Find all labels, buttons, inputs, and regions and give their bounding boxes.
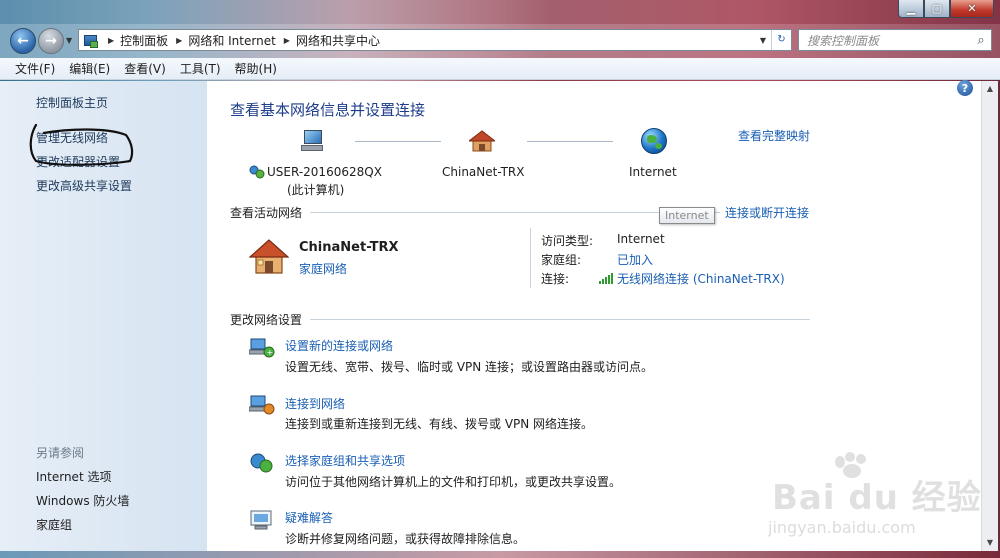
homegroup-link[interactable]: 已加入 bbox=[617, 251, 653, 268]
close-button[interactable]: ✕ bbox=[950, 0, 994, 18]
troubleshoot-icon bbox=[250, 510, 272, 530]
computer-icon bbox=[300, 130, 324, 152]
maximize-icon: ▢ bbox=[931, 2, 943, 15]
homegroup-key: 家庭组: bbox=[541, 253, 582, 267]
chevron-down-icon: ▼ bbox=[66, 36, 73, 45]
house-icon bbox=[469, 130, 495, 152]
see-also-title: 另请参阅 bbox=[36, 446, 85, 460]
window-titlebar: ▁ ▢ ✕ bbox=[0, 0, 1000, 24]
network-node-label: ChinaNet-TRX bbox=[442, 165, 525, 179]
network-computer-icon bbox=[249, 165, 265, 179]
window-bottom-edge bbox=[0, 551, 1000, 558]
breadcrumb-chevron-icon[interactable]: ▶ bbox=[176, 36, 182, 45]
change-settings-label: 更改网络设置 bbox=[230, 313, 303, 327]
sidebar-change-advanced-sharing[interactable]: 更改高级共享设置 bbox=[36, 177, 132, 194]
connect-disconnect-link[interactable]: 连接或断开连接 bbox=[725, 204, 809, 221]
hand-drawn-circle-annotation bbox=[29, 123, 134, 166]
new-connection-icon: + bbox=[249, 338, 275, 358]
search-box[interactable]: 搜索控制面板 ⌕ bbox=[798, 29, 992, 51]
forward-button[interactable]: → bbox=[38, 28, 64, 54]
active-network-name: ChinaNet-TRX bbox=[299, 240, 399, 255]
search-input[interactable]: 搜索控制面板 bbox=[799, 32, 971, 49]
maximize-button[interactable]: ▢ bbox=[924, 0, 950, 18]
baidu-watermark: Bai du 经验 jingyan.baidu.com bbox=[762, 452, 992, 552]
watermark-url: jingyan.baidu.com bbox=[768, 518, 916, 537]
address-actions: ▼ ↻ bbox=[755, 30, 791, 50]
minimize-button[interactable]: ▁ bbox=[898, 0, 924, 18]
task-homegroup-sharing-link[interactable]: 选择家庭组和共享选项 bbox=[285, 452, 405, 469]
address-bar[interactable]: ▶ 控制面板 ▶ 网络和 Internet ▶ 网络和共享中心 ▼ ↻ bbox=[78, 29, 792, 51]
scroll-up-button[interactable]: ▲ bbox=[982, 81, 998, 97]
internet-node-label: Internet bbox=[629, 165, 677, 179]
close-icon: ✕ bbox=[967, 2, 977, 15]
task-connect-to-network-link[interactable]: 连接到网络 bbox=[285, 395, 345, 412]
task-setup-new-connection-desc: 设置无线、宽带、拨号、临时或 VPN 连接；或设置路由器或访问点。 bbox=[285, 360, 654, 374]
task-troubleshoot-link[interactable]: 疑难解答 bbox=[285, 509, 333, 526]
sidebar-windows-firewall[interactable]: Windows 防火墙 bbox=[36, 492, 129, 509]
page-title: 查看基本网络信息并设置连接 bbox=[230, 101, 426, 119]
menu-file[interactable]: 文件(F) bbox=[8, 60, 62, 77]
breadcrumb-chevron-icon[interactable]: ▶ bbox=[284, 36, 290, 45]
menu-help[interactable]: 帮助(H) bbox=[228, 60, 284, 77]
menu-edit[interactable]: 编辑(E) bbox=[62, 60, 117, 77]
connection-row: 无线网络连接 (ChinaNet-TRX) bbox=[599, 270, 785, 287]
sidebar-control-panel-home[interactable]: 控制面板主页 bbox=[36, 94, 108, 111]
task-homegroup-sharing-desc: 访问位于其他网络计算机上的文件和打印机，或更改共享设置。 bbox=[285, 475, 622, 489]
map-connector-line bbox=[355, 141, 441, 142]
active-networks-label: 查看活动网络 bbox=[230, 206, 303, 220]
home-network-icon bbox=[249, 239, 289, 274]
sidebar-internet-options[interactable]: Internet 选项 bbox=[36, 468, 111, 485]
connect-to-network-icon bbox=[249, 395, 275, 415]
watermark-text: Bai du 经验 bbox=[772, 478, 982, 518]
access-type-value: Internet bbox=[617, 232, 665, 246]
menu-bar: 文件(F) 编辑(E) 查看(V) 工具(T) 帮助(H) bbox=[0, 58, 1000, 80]
active-network-divider bbox=[530, 228, 531, 288]
task-connect-to-network-desc: 连接到或重新连接到无线、有线、拨号或 VPN 网络连接。 bbox=[285, 417, 594, 431]
task-setup-new-connection-link[interactable]: 设置新的连接或网络 bbox=[285, 337, 393, 354]
address-history-dropdown[interactable]: ▼ bbox=[755, 36, 771, 45]
minimize-icon: ▁ bbox=[906, 2, 916, 15]
internet-tooltip: Internet bbox=[659, 207, 715, 224]
connection-key: 连接: bbox=[541, 272, 570, 286]
breadcrumb-control-panel[interactable]: 控制面板 bbox=[120, 32, 168, 49]
network-type-link[interactable]: 家庭网络 bbox=[299, 260, 347, 277]
help-icon[interactable]: ? bbox=[957, 80, 973, 96]
arrow-right-icon: → bbox=[45, 33, 57, 49]
task-troubleshoot-desc: 诊断并修复网络问题，或获得故障排除信息。 bbox=[285, 532, 526, 546]
sidebar-homegroup[interactable]: 家庭组 bbox=[36, 516, 72, 533]
svg-text:+: + bbox=[267, 348, 274, 357]
recent-pages-dropdown[interactable]: ▼ bbox=[66, 36, 72, 45]
homegroup-sharing-icon bbox=[250, 453, 273, 473]
search-icon[interactable]: ⌕ bbox=[971, 33, 991, 48]
section-divider bbox=[310, 319, 810, 320]
breadcrumb-network-internet[interactable]: 网络和 Internet bbox=[188, 32, 275, 49]
sidebar: 控制面板主页 管理无线网络 更改适配器设置 更改高级共享设置 另请参阅 Inte… bbox=[0, 81, 207, 551]
refresh-button[interactable]: ↻ bbox=[771, 30, 791, 50]
breadcrumb: ▶ 控制面板 ▶ 网络和 Internet ▶ 网络和共享中心 bbox=[100, 32, 380, 49]
breadcrumb-chevron-icon[interactable]: ▶ bbox=[108, 36, 114, 45]
computer-name-label: USER-20160628QX bbox=[267, 165, 382, 179]
breadcrumb-network-sharing-center[interactable]: 网络和共享中心 bbox=[296, 32, 380, 49]
arrow-left-icon: ← bbox=[17, 33, 29, 49]
map-connector-line bbox=[527, 141, 613, 142]
access-type-key: 访问类型: bbox=[541, 234, 594, 248]
computer-sub-label: (此计算机) bbox=[287, 183, 345, 197]
menu-tools[interactable]: 工具(T) bbox=[173, 60, 228, 77]
window-controls: ▁ ▢ ✕ bbox=[898, 0, 994, 18]
back-button[interactable]: ← bbox=[10, 28, 36, 54]
wireless-connection-link[interactable]: 无线网络连接 (ChinaNet-TRX) bbox=[617, 272, 785, 286]
wifi-signal-icon bbox=[599, 273, 613, 284]
globe-icon bbox=[641, 128, 667, 154]
control-panel-icon bbox=[82, 32, 100, 48]
menu-view[interactable]: 查看(V) bbox=[117, 60, 173, 77]
refresh-icon: ↻ bbox=[777, 34, 786, 45]
view-full-map-link[interactable]: 查看完整映射 bbox=[738, 127, 810, 144]
address-row: ← → ▼ ▶ 控制面板 ▶ 网络和 Internet ▶ 网络和共享中心 ▼ … bbox=[0, 24, 1000, 58]
